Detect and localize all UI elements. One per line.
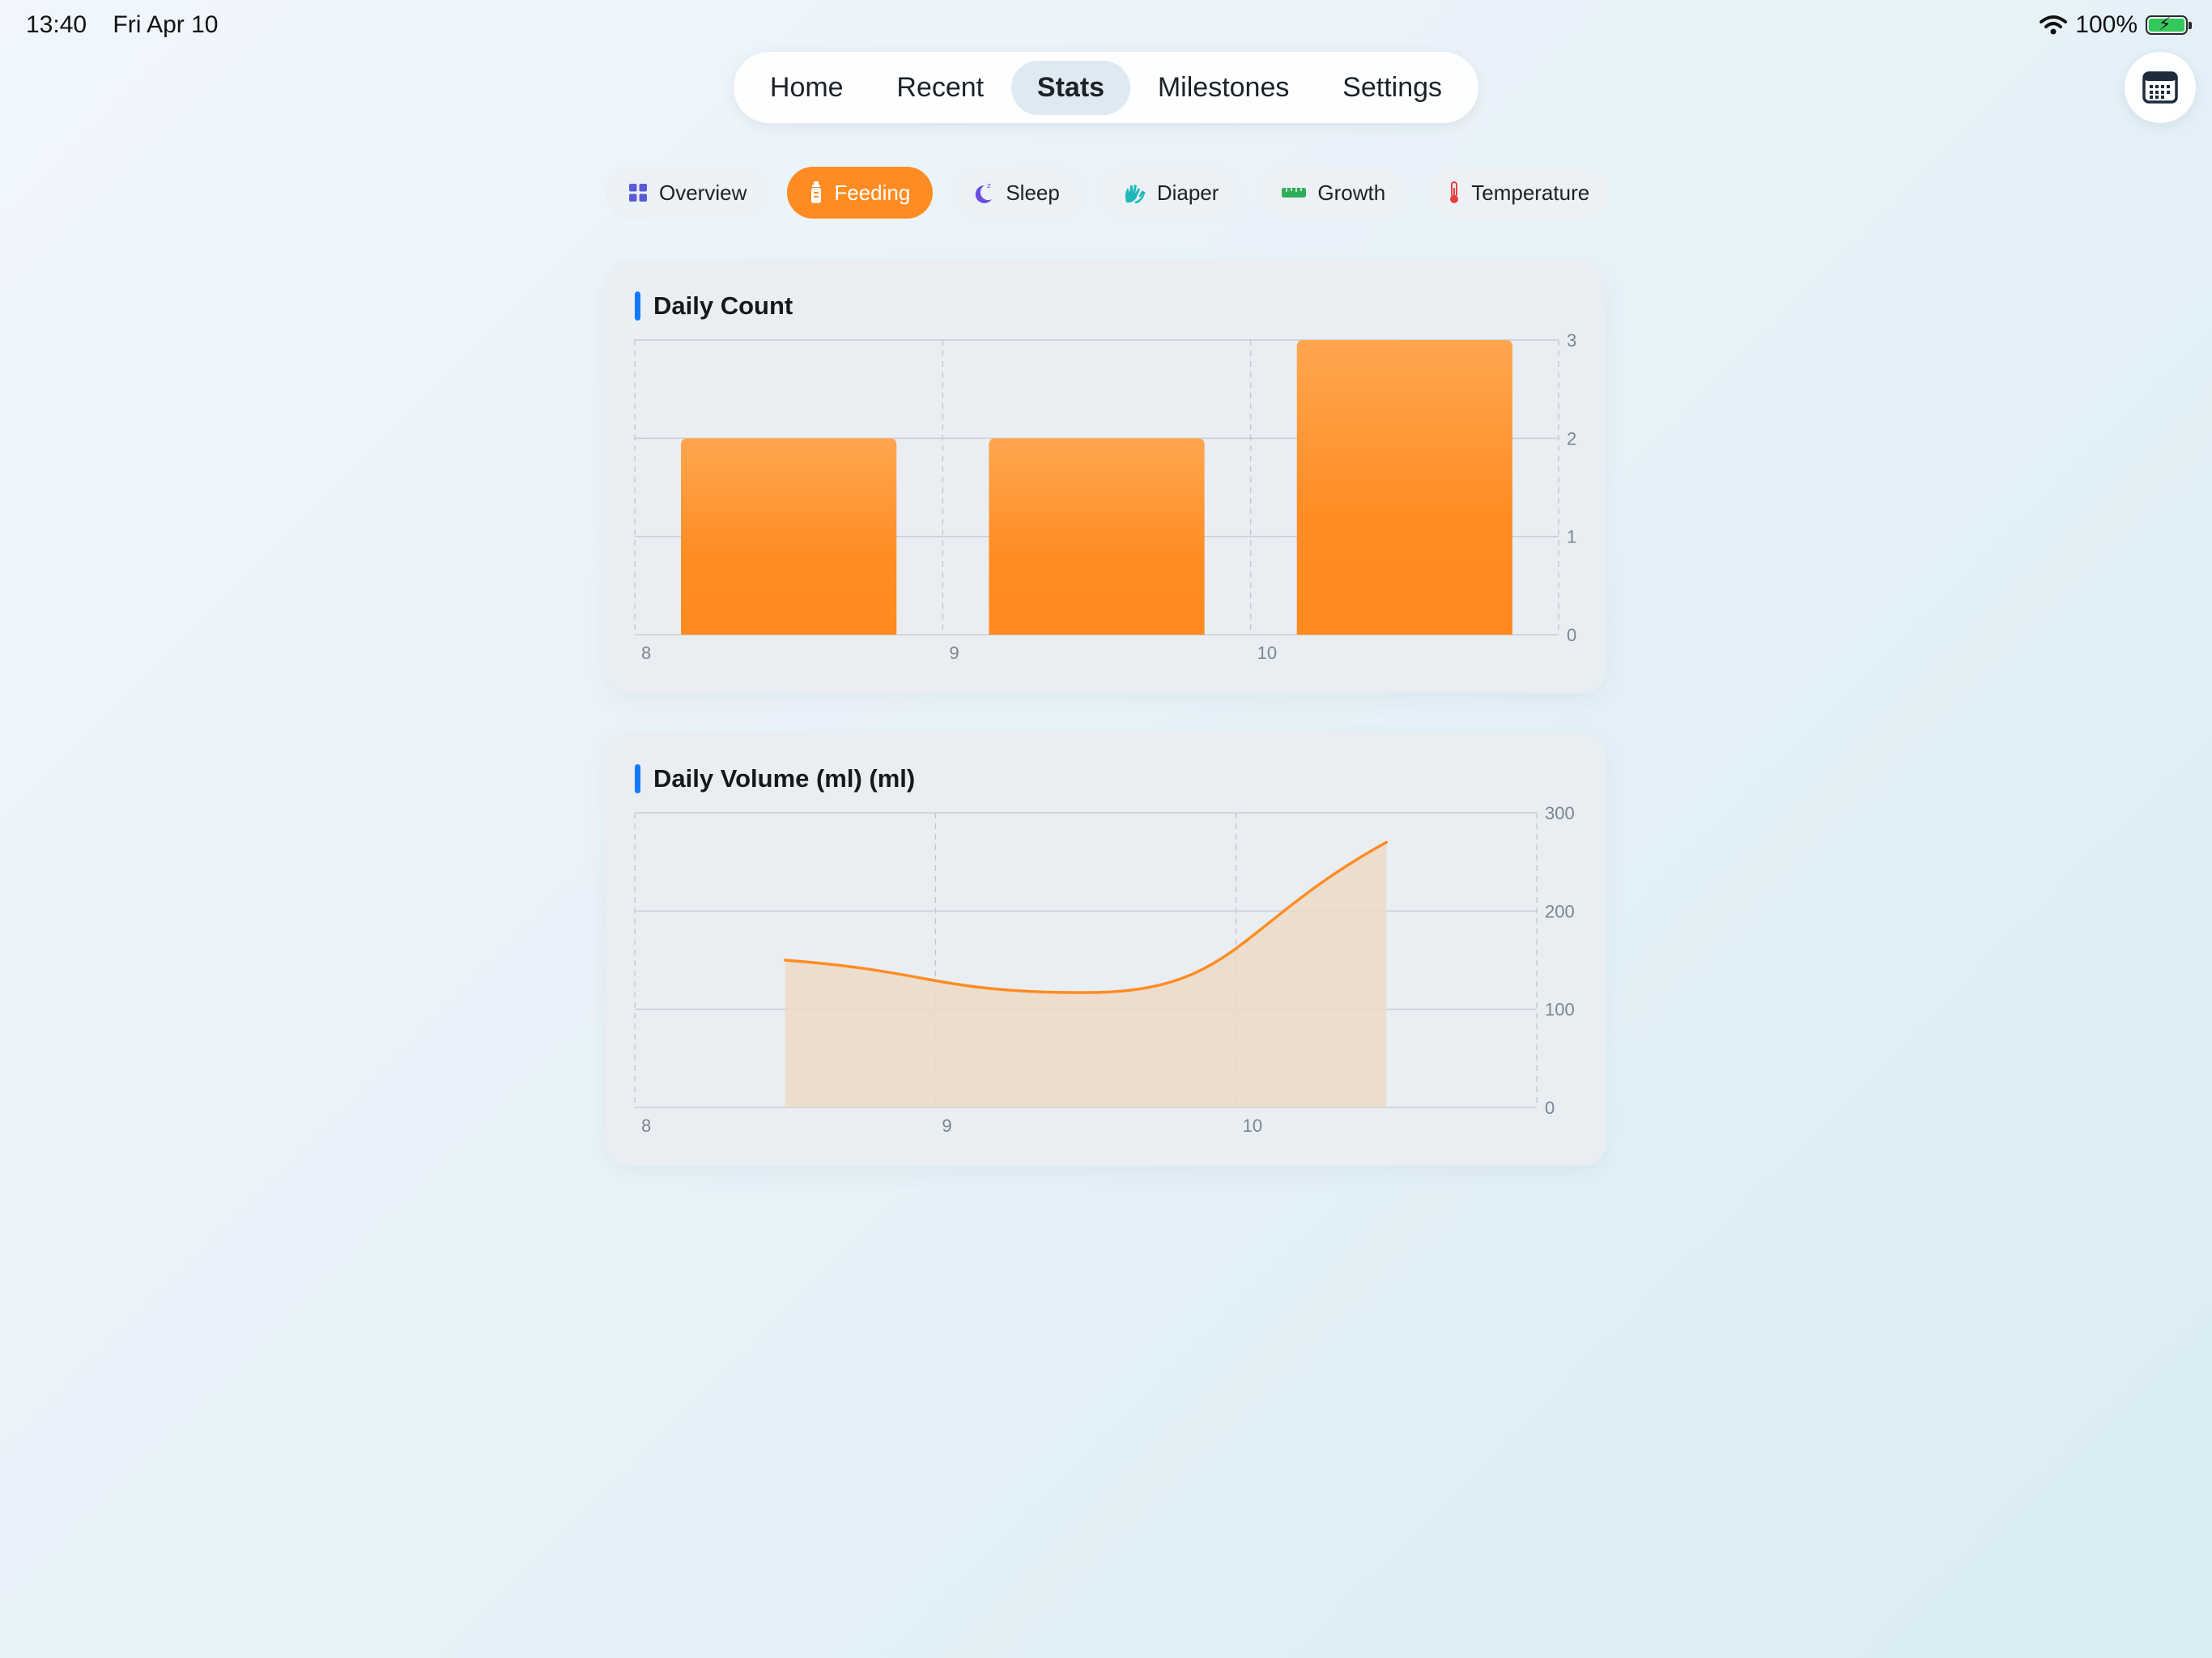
stats-category-chips: Overview Feeding z Sleep Diaper Growth T… <box>606 167 1613 219</box>
chip-feeding[interactable]: Feeding <box>787 167 934 219</box>
status-date: Fri Apr 10 <box>113 11 219 38</box>
daily-count-chart: 0 1 2 3 8 9 10 <box>634 330 1576 663</box>
x-tick-label: 9 <box>949 643 959 663</box>
x-tick-label: 8 <box>641 643 651 663</box>
chip-label: Feeding <box>834 180 911 205</box>
top-nav: Home Recent Stats Milestones Settings <box>734 52 1478 123</box>
y-tick-label: 300 <box>1545 803 1575 823</box>
x-tick-label: 8 <box>641 1116 651 1136</box>
bar <box>681 438 897 635</box>
battery-charging-icon: ⚡ <box>2146 15 2192 35</box>
y-tick-label: 1 <box>1567 527 1576 547</box>
y-tick-label: 100 <box>1545 1000 1575 1020</box>
nav-home[interactable]: Home <box>744 61 870 115</box>
grid-icon <box>629 184 647 202</box>
chip-growth[interactable]: Growth <box>1259 167 1409 219</box>
bar <box>1296 340 1512 635</box>
chip-diaper[interactable]: Diaper <box>1100 167 1242 219</box>
chip-temperature[interactable]: Temperature <box>1426 167 1613 219</box>
thermometer-icon <box>1450 181 1459 203</box>
chip-sleep[interactable]: z Sleep <box>951 167 1083 219</box>
hands-icon <box>1125 185 1146 204</box>
daily-volume-card: Daily Volume (ml) (ml) 0 100 200 300 8 9 10 <box>606 733 1606 1166</box>
status-time: 13:40 <box>26 11 87 38</box>
ruler-icon <box>1282 188 1307 198</box>
y-tick-label: 0 <box>1567 625 1576 645</box>
chip-label: Growth <box>1317 180 1386 205</box>
x-tick-label: 9 <box>942 1116 951 1136</box>
bar <box>989 438 1205 635</box>
chip-label: Overview <box>659 180 747 205</box>
svg-text:z: z <box>987 182 991 190</box>
nav-milestones[interactable]: Milestones <box>1132 61 1316 115</box>
x-tick-label: 10 <box>1257 643 1277 663</box>
status-bar-left: 13:40 Fri Apr 10 <box>26 11 237 39</box>
moon-icon: z <box>976 182 993 203</box>
area-fill <box>785 842 1387 1107</box>
daily-count-card: Daily Count 0 1 2 3 8 9 10 <box>606 261 1606 693</box>
calendar-button[interactable] <box>2125 52 2196 123</box>
daily-volume-chart: 0 100 200 300 8 9 10 <box>634 803 1575 1136</box>
status-bar-right: 100% ⚡ <box>2040 11 2192 39</box>
y-tick-label: 3 <box>1567 330 1576 351</box>
battery-percent: 100% <box>2075 11 2138 38</box>
nav-recent[interactable]: Recent <box>870 61 1010 115</box>
y-tick-label: 200 <box>1545 901 1575 921</box>
chip-overview[interactable]: Overview <box>606 167 770 219</box>
y-tick-label: 2 <box>1567 428 1576 449</box>
y-tick-label: 0 <box>1545 1098 1555 1118</box>
bottle-icon <box>811 181 822 203</box>
nav-stats[interactable]: Stats <box>1010 60 1131 115</box>
wifi-icon <box>2040 15 2068 35</box>
chip-label: Diaper <box>1156 180 1219 205</box>
chip-label: Temperature <box>1471 180 1590 205</box>
calendar-icon <box>2142 71 2178 104</box>
chip-label: Sleep <box>1006 180 1060 205</box>
nav-settings[interactable]: Settings <box>1317 61 1468 115</box>
x-tick-label: 10 <box>1243 1116 1262 1136</box>
